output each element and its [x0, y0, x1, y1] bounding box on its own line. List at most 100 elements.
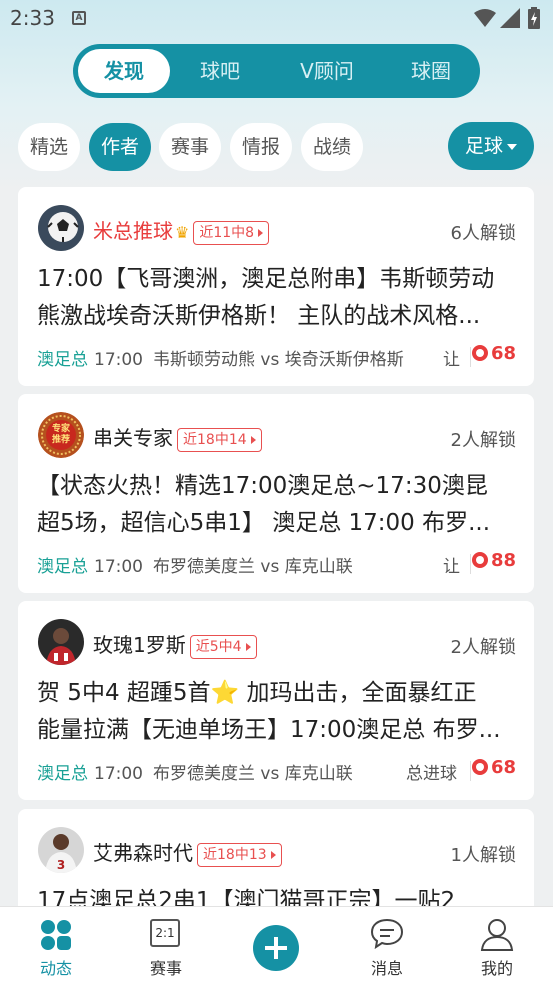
divider: [470, 761, 471, 781]
svg-text:3: 3: [57, 858, 65, 872]
bottom-nav-matches[interactable]: 2:1 赛事: [126, 907, 206, 985]
post-title-line: 熊激战埃奇沃斯伊格斯！ 主队的战术风格...: [37, 303, 481, 329]
post-card[interactable]: 3 艾弗森时代 近18中13 1人解锁 17点澳足总2串1【澳门猫哥正宗】一贴2: [18, 809, 534, 919]
author-name[interactable]: 米总推球 ♛ 近11中8: [93, 215, 270, 245]
bottom-nav-profile[interactable]: 我的: [457, 907, 537, 985]
bottom-nav-label: 消息: [370, 959, 403, 978]
unlock-count: 6人解锁: [450, 223, 516, 244]
match-teams: 布罗德美度兰 vs 库克山联: [153, 764, 353, 784]
filter-chip-events[interactable]: 赛事: [159, 123, 221, 171]
author-name-text: 串关专家: [93, 426, 173, 450]
badge-text-line: 推荐: [51, 435, 70, 445]
feed-icon: [41, 920, 71, 950]
bottom-nav: 动态 2:1 赛事 消息 我的: [0, 906, 553, 985]
match-time: 17:00: [94, 764, 143, 784]
ball-icon: [471, 552, 488, 568]
record-badge[interactable]: 近18中14: [177, 427, 262, 452]
tab-v-advisor[interactable]: V顾问: [281, 49, 373, 93]
scoreboard-icon: 2:1: [150, 919, 180, 947]
filter-chip-featured[interactable]: 精选: [18, 123, 80, 171]
post-title-line: 17:00【飞哥澳洲，澳足总附串】韦斯顿劳动: [37, 266, 495, 292]
scoreboard-text: 2:1: [155, 926, 175, 940]
filter-chip-intel[interactable]: 情报: [230, 123, 292, 171]
bottom-nav-messages[interactable]: 消息: [347, 907, 427, 985]
unlock-count: 1人解锁: [450, 845, 516, 866]
bottom-nav-label: 动态: [39, 959, 72, 978]
divider: [470, 347, 471, 367]
tab-circle[interactable]: 球圈: [385, 49, 477, 93]
add-post-button[interactable]: [253, 925, 299, 971]
ball-icon: [471, 345, 488, 361]
tab-discover[interactable]: 发现: [78, 49, 170, 93]
match-teams: 布罗德美度兰 vs 库克山联: [153, 557, 353, 577]
match-info: 澳足总 17:00 布罗德美度兰 vs 库克山联: [37, 552, 353, 577]
record-badge[interactable]: 近11中8: [193, 220, 270, 245]
message-icon: [370, 918, 404, 949]
player-3-avatar[interactable]: 3: [38, 827, 84, 873]
league-name: 澳足总: [37, 557, 88, 577]
author-name[interactable]: 玫瑰1罗斯 近5中4: [93, 629, 257, 659]
score-badge: 68: [471, 343, 516, 364]
record-text: 近11中8: [199, 224, 255, 241]
bottom-nav-label: 赛事: [149, 959, 182, 978]
plus-icon: [265, 937, 287, 959]
record-text: 近18中14: [183, 431, 247, 448]
match-time: 17:00: [94, 350, 143, 370]
filter-chip-record[interactable]: 战绩: [301, 123, 363, 171]
bottom-nav-label: 我的: [480, 959, 513, 978]
top-segmented-nav: 发现 球吧 V顾问 球圈: [73, 44, 480, 98]
caret-down-icon: [507, 143, 517, 150]
league-name: 澳足总: [37, 350, 88, 370]
match-time: 17:00: [94, 557, 143, 577]
signal-icon: [500, 8, 520, 28]
status-time: 2:33: [10, 6, 55, 30]
post-title[interactable]: 贺 5中4 超踵5首⭐ 加玛出击，全面暴红正 能量拉满【无迪单场王】17:00澳…: [37, 675, 519, 749]
score-value: 88: [490, 550, 516, 571]
notification-a-icon: A: [72, 11, 86, 25]
profile-icon: [480, 919, 514, 951]
expert-badge-avatar[interactable]: 专家 推荐: [38, 412, 84, 458]
score-value: 68: [490, 343, 516, 364]
crown-icon: ♛: [175, 223, 190, 242]
record-text: 近18中13: [203, 846, 267, 863]
author-name[interactable]: 艾弗森时代 近18中13: [93, 837, 282, 867]
author-name[interactable]: 串关专家 近18中14: [93, 422, 262, 452]
post-card[interactable]: 米总推球 ♛ 近11中8 6人解锁 17:00【飞哥澳洲，澳足总附串】韦斯顿劳动 熊…: [18, 187, 534, 386]
match-teams: 韦斯顿劳动熊 vs 埃奇沃斯伊格斯: [153, 350, 404, 370]
ball-icon: [471, 759, 488, 775]
unlock-count: 2人解锁: [450, 430, 516, 451]
tab-forum[interactable]: 球吧: [174, 49, 266, 93]
post-card[interactable]: 专家 推荐 串关专家 近18中14 2人解锁 【状态火热！精选17:00澳足总~1…: [18, 394, 534, 593]
play-type: 让: [443, 350, 460, 370]
triangle-right-icon: [270, 850, 276, 859]
badge-text-line: 专家: [51, 424, 70, 434]
match-info: 澳足总 17:00 韦斯顿劳动熊 vs 埃奇沃斯伊格斯: [37, 345, 404, 370]
post-title-line: 能量拉满【无迪单场王】17:00澳足总 布罗...: [37, 717, 501, 743]
triangle-right-icon: [258, 228, 264, 237]
record-badge[interactable]: 近5中4: [189, 634, 257, 659]
battery-icon: [528, 7, 540, 29]
play-type: 让: [443, 557, 460, 577]
post-title[interactable]: 【状态火热！精选17:00澳足总~17:30澳昆 超5场，超信心5串1】 澳足总…: [37, 468, 519, 542]
record-text: 近5中4: [195, 638, 242, 655]
post-title-line: 超5场，超信心5串1】 澳足总 17:00 布罗...: [37, 510, 491, 536]
score-value: 68: [490, 757, 516, 778]
play-type: 总进球: [406, 764, 457, 784]
soccer-ball-avatar[interactable]: [38, 205, 84, 251]
sport-dropdown[interactable]: 足球: [448, 122, 534, 170]
post-title[interactable]: 17:00【飞哥澳洲，澳足总附串】韦斯顿劳动 熊激战埃奇沃斯伊格斯！ 主队的战术…: [37, 261, 519, 335]
record-badge[interactable]: 近18中13: [197, 842, 282, 867]
triangle-right-icon: [245, 642, 251, 651]
player-avatar[interactable]: [38, 619, 84, 665]
sport-dropdown-label: 足球: [464, 135, 503, 157]
post-card[interactable]: 玫瑰1罗斯 近5中4 2人解锁 贺 5中4 超踵5首⭐ 加玛出击，全面暴红正 能量…: [18, 601, 534, 800]
bottom-nav-feed[interactable]: 动态: [16, 907, 96, 985]
match-info: 澳足总 17:00 布罗德美度兰 vs 库克山联: [37, 759, 353, 784]
author-name-text: 玫瑰1罗斯: [93, 633, 186, 657]
unlock-count: 2人解锁: [450, 637, 516, 658]
wifi-icon: [474, 9, 496, 27]
filter-chip-author[interactable]: 作者: [89, 123, 151, 171]
score-badge: 68: [471, 757, 516, 778]
post-title-line: 贺 5中4 超踵5首⭐ 加玛出击，全面暴红正: [37, 680, 477, 706]
post-title-line: 【状态火热！精选17:00澳足总~17:30澳昆: [37, 473, 488, 499]
